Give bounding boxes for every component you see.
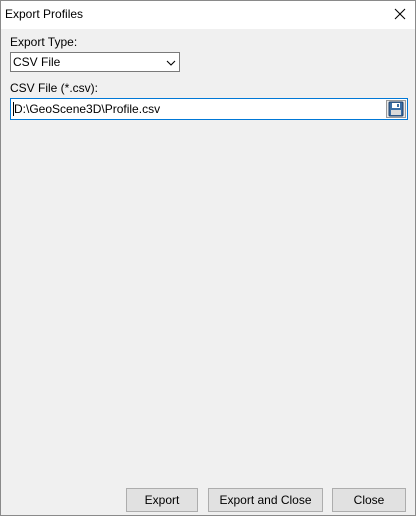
export-type-selected: CSV File [13,55,61,69]
export-button[interactable]: Export [126,488,198,512]
title-bar: Export Profiles [1,1,415,29]
export-type-label: Export Type: [10,35,78,49]
floppy-disk-save-icon [388,101,404,117]
csv-file-path-input[interactable]: D:\GeoScene3D\Profile.csv [10,98,408,120]
close-button[interactable]: Close [332,488,406,512]
export-type-dropdown[interactable]: CSV File [10,52,180,72]
close-icon[interactable] [393,7,407,21]
chevron-down-icon [166,57,176,67]
export-profiles-dialog: Export Profiles Export Type: CSV File CS… [0,0,416,516]
csv-file-label: CSV File (*.csv): [10,81,99,95]
browse-file-button[interactable] [386,100,406,118]
window-title: Export Profiles [5,7,84,21]
export-and-close-button[interactable]: Export and Close [208,488,323,512]
csv-file-path-value: D:\GeoScene3D\Profile.csv [14,102,161,116]
